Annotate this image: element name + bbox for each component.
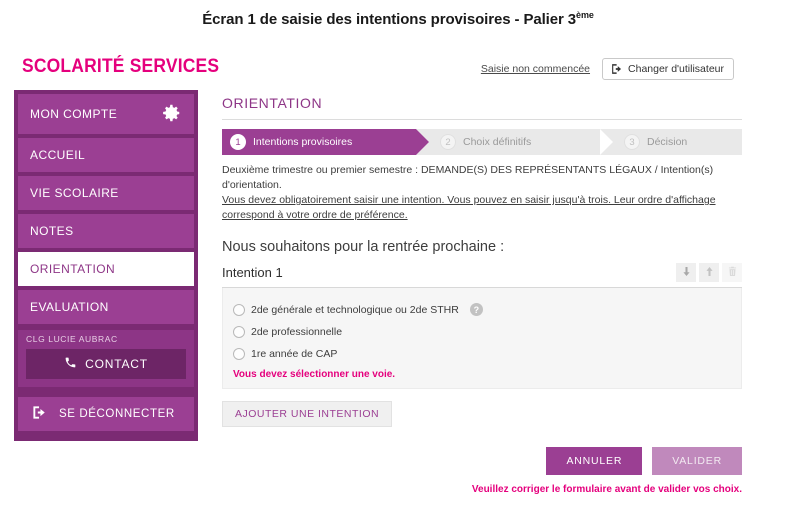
page-title-text: Écran 1 de saisie des intentions proviso…: [202, 11, 577, 28]
contact-button-label: CONTACT: [85, 357, 148, 371]
step-number: 1: [230, 134, 246, 150]
sidebar-item-notes[interactable]: NOTES: [18, 214, 194, 248]
step-label: Intentions provisoires: [253, 136, 353, 148]
switch-user-icon: [611, 63, 623, 75]
logout-wrap: SE DÉCONNECTER: [18, 397, 194, 431]
sidebar-item-label: NOTES: [30, 224, 74, 238]
title-divider: [222, 119, 742, 120]
cancel-button[interactable]: ANNULER: [546, 447, 643, 475]
sidebar: MON COMPTE ACCUEIL VIE SCOLAIRE NOTES OR…: [14, 90, 198, 441]
logout-button[interactable]: SE DÉCONNECTER: [18, 397, 194, 431]
sidebar-item-label: ORIENTATION: [30, 262, 116, 276]
sidebar-item-orientation[interactable]: ORIENTATION: [18, 252, 194, 286]
radio-2de-generale[interactable]: [233, 303, 245, 316]
page-body: MON COMPTE ACCUEIL VIE SCOLAIRE NOTES OR…: [0, 90, 796, 495]
step-number: 3: [624, 134, 640, 150]
option-row-1re-annee-cap[interactable]: 1re année de CAP: [233, 343, 741, 365]
radio-2de-professionnelle[interactable]: [233, 326, 245, 338]
switch-user-button[interactable]: Changer d'utilisateur: [602, 58, 734, 80]
app-header: SCOLARITÉ SERVICES Saisie non commencée …: [0, 44, 796, 88]
app-window: Écran 1 de saisie des intentions proviso…: [0, 0, 796, 515]
step-intentions-provisoires[interactable]: 1 Intentions provisoires: [222, 129, 429, 155]
phone-icon: [64, 356, 77, 372]
trash-icon: [727, 264, 738, 282]
contact-block: CLG LUCIE AUBRAC CONTACT: [18, 330, 194, 387]
page-title: Écran 1 de saisie des intentions proviso…: [0, 0, 796, 29]
move-down-button[interactable]: [676, 263, 696, 282]
sidebar-item-accueil[interactable]: ACCUEIL: [18, 138, 194, 172]
gear-icon: [160, 102, 182, 127]
intro-line-1: Deuxième trimestre ou premier semestre :…: [222, 164, 714, 191]
delete-intention-button[interactable]: [722, 263, 742, 282]
option-label: 2de professionnelle: [251, 326, 343, 338]
intention-card: Intention 1 2de générale et technologiqu…: [222, 263, 742, 389]
contact-button[interactable]: CONTACT: [26, 349, 186, 379]
logout-icon: [32, 405, 47, 423]
intention-toolbar: [676, 263, 742, 282]
step-label: Choix définitifs: [463, 136, 532, 148]
page-title-superscript: ème: [576, 10, 594, 20]
step-choix-definitifs[interactable]: 2 Choix définitifs: [416, 129, 600, 155]
radio-1re-annee-cap[interactable]: [233, 348, 245, 360]
intention-header: Intention 1: [222, 263, 742, 288]
orientation-stepper: 1 Intentions provisoires 2 Choix définit…: [222, 129, 742, 155]
logout-label: SE DÉCONNECTER: [59, 408, 175, 420]
option-row-2de-professionnelle[interactable]: 2de professionnelle: [233, 321, 741, 343]
help-icon[interactable]: ?: [469, 303, 483, 316]
sidebar-item-label: VIE SCOLAIRE: [30, 186, 119, 200]
intention-error-message: Vous devez sélectionner une voie.: [233, 369, 396, 380]
sidebar-item-evaluation[interactable]: EVALUATION: [18, 290, 194, 324]
intro-text: Deuxième trimestre ou premier semestre :…: [222, 155, 742, 223]
main-content: ORIENTATION 1 Intentions provisoires 2 C…: [210, 90, 796, 495]
sidebar-item-label: MON COMPTE: [30, 107, 118, 121]
validate-button[interactable]: VALIDER: [652, 447, 742, 475]
section-title: ORIENTATION: [222, 95, 323, 111]
arrow-up-icon: [704, 264, 715, 282]
sidebar-item-label: ACCUEIL: [30, 148, 86, 162]
intention-title: Intention 1: [222, 265, 283, 280]
sidebar-item-label: EVALUATION: [30, 300, 109, 314]
school-name: CLG LUCIE AUBRAC: [26, 334, 118, 344]
switch-user-label: Changer d'utilisateur: [628, 63, 724, 75]
brand-logo: SCOLARITÉ SERVICES: [22, 56, 220, 77]
lead-text: Nous souhaitons pour la rentrée prochain…: [222, 239, 505, 255]
step-number: 2: [440, 134, 456, 150]
sidebar-item-vie-scolaire[interactable]: VIE SCOLAIRE: [18, 176, 194, 210]
footer-actions: ANNULER VALIDER: [222, 447, 742, 475]
intro-line-2: Vous devez obligatoirement saisir une in…: [222, 194, 716, 221]
intention-options: 2de générale et technologique ou 2de STH…: [222, 288, 742, 389]
option-label: 2de générale et technologique ou 2de STH…: [251, 303, 459, 316]
option-label: 1re année de CAP: [251, 348, 338, 360]
add-intention-button[interactable]: AJOUTER UNE INTENTION: [222, 401, 393, 427]
step-decision[interactable]: 3 Décision: [600, 129, 742, 155]
form-error-message: Veuillez corriger le formulaire avant de…: [471, 484, 742, 495]
option-row-2de-generale[interactable]: 2de générale et technologique ou 2de STH…: [233, 298, 741, 321]
move-up-button[interactable]: [699, 263, 719, 282]
sidebar-item-mon-compte[interactable]: MON COMPTE: [18, 94, 194, 134]
arrow-down-icon: [681, 264, 692, 282]
step-label: Décision: [647, 136, 688, 148]
header-actions: Saisie non commencée Changer d'utilisate…: [481, 58, 734, 80]
status-link[interactable]: Saisie non commencée: [481, 63, 590, 75]
